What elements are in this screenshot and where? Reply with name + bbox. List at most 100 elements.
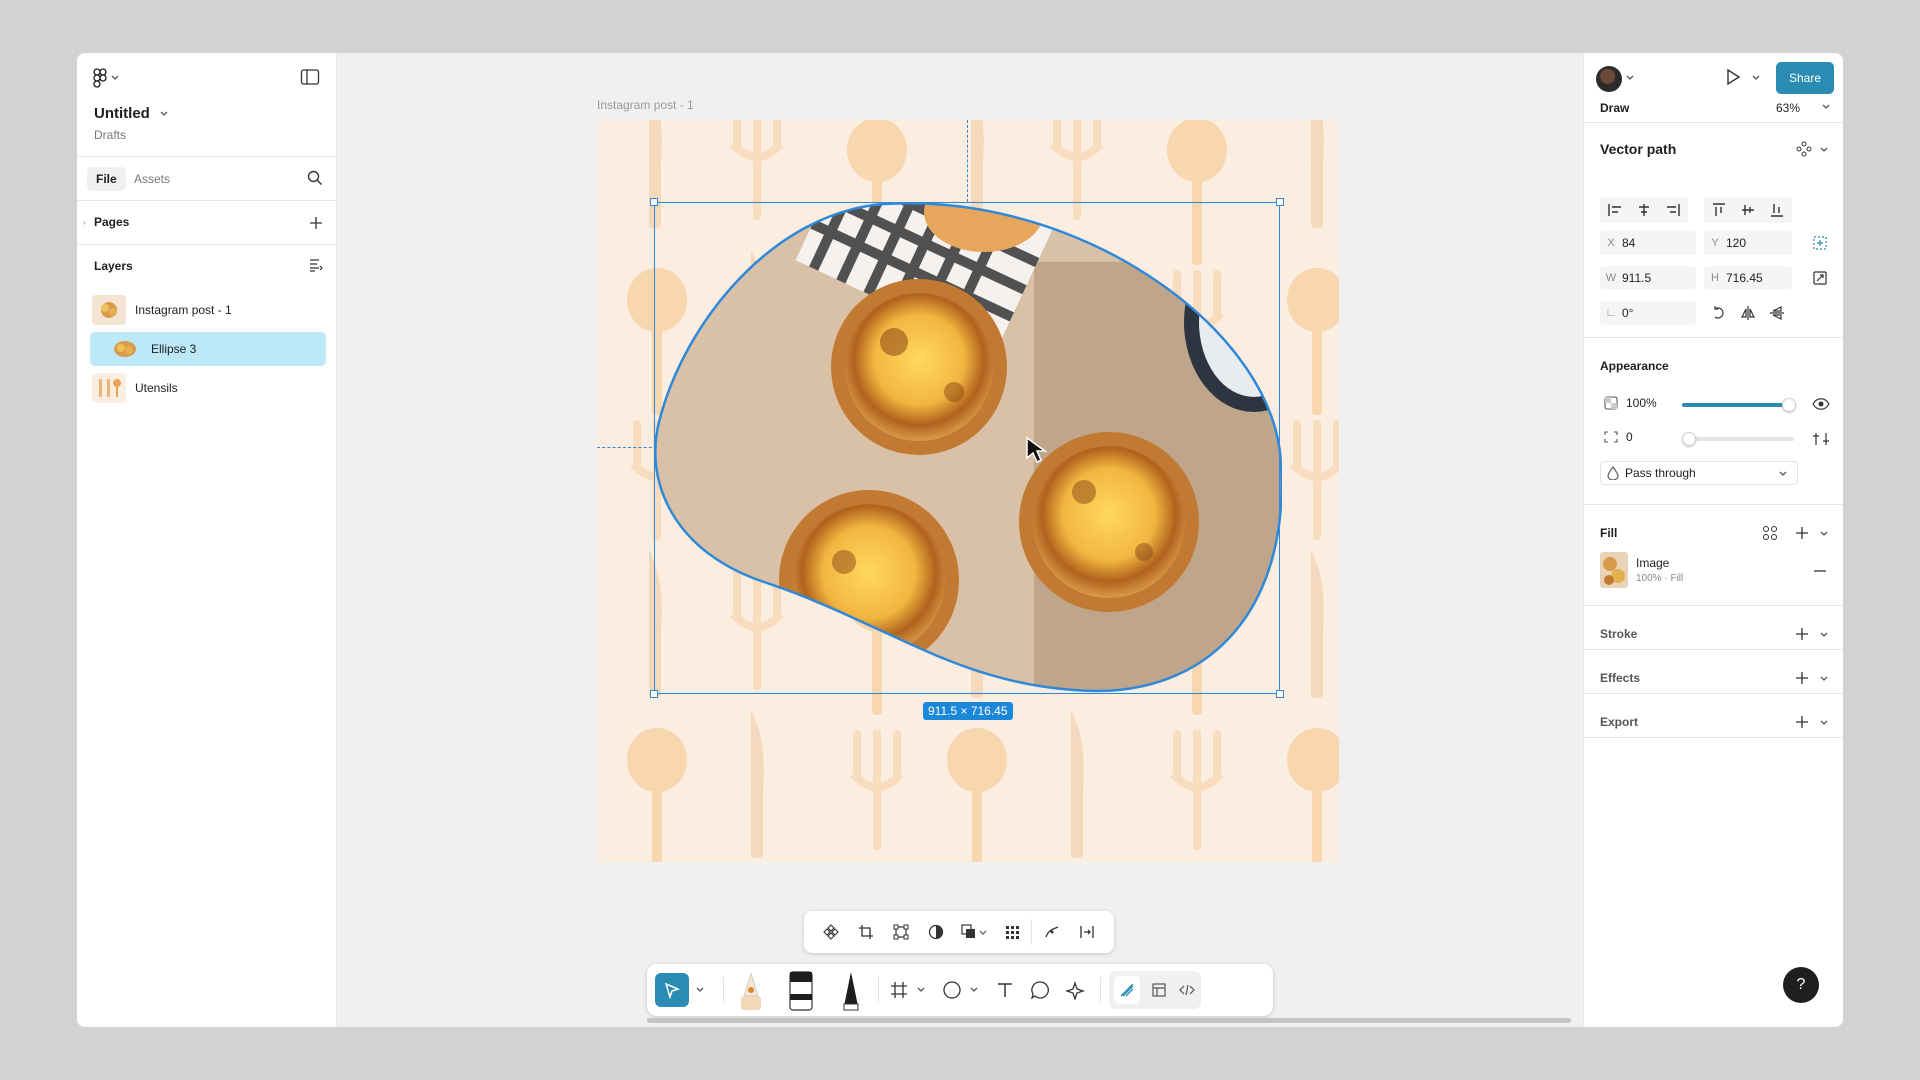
chevron-down-icon[interactable] xyxy=(1820,676,1828,682)
edit-object-icon[interactable] xyxy=(884,914,919,950)
move-tool-button[interactable] xyxy=(655,973,689,1007)
add-effect-icon[interactable] xyxy=(1794,670,1810,686)
y-position-field[interactable]: Y 120 xyxy=(1704,231,1792,255)
blend-mode-select[interactable]: Pass through xyxy=(1600,461,1798,485)
add-fill-icon[interactable] xyxy=(1794,525,1810,541)
layer-item-utensils[interactable]: Utensils xyxy=(90,371,326,405)
align-top-icon[interactable] xyxy=(1711,202,1727,218)
zoom-level[interactable]: 63% xyxy=(1776,101,1800,115)
y-label: Y xyxy=(1711,237,1719,249)
file-location[interactable]: Drafts xyxy=(94,128,126,142)
stroke-title: Stroke xyxy=(1600,627,1638,641)
right-panel: Share Draw 63% Vector path X 84 Y 120 W 911… xyxy=(1583,53,1843,1027)
align-middle-icon[interactable] xyxy=(1740,202,1756,218)
chevron-down-icon[interactable] xyxy=(916,986,926,994)
search-icon[interactable] xyxy=(306,169,324,187)
draw-mode-icon[interactable] xyxy=(1114,976,1141,1004)
layer-item-instagram-post[interactable]: Instagram post - 1 xyxy=(90,293,326,327)
chevron-down-icon[interactable] xyxy=(1820,632,1828,638)
tab-file[interactable]: File xyxy=(87,167,126,191)
chevron-down-icon[interactable] xyxy=(969,986,979,994)
frame-tool-icon[interactable] xyxy=(881,972,916,1008)
independent-corners-icon[interactable] xyxy=(1812,431,1830,447)
share-button[interactable]: Share xyxy=(1776,62,1834,94)
chevron-down-icon[interactable] xyxy=(1820,720,1828,726)
add-stroke-icon[interactable] xyxy=(1794,626,1810,642)
fill-styles-icon[interactable] xyxy=(1762,525,1778,541)
chevron-down-icon[interactable] xyxy=(1820,531,1828,537)
opacity-slider[interactable] xyxy=(1682,398,1796,412)
simplify-path-icon[interactable] xyxy=(1034,914,1069,950)
add-export-icon[interactable] xyxy=(1794,714,1810,730)
resize-to-fit-icon[interactable] xyxy=(1812,270,1828,286)
align-center-h-icon[interactable] xyxy=(1636,202,1652,218)
w-label: W xyxy=(1605,272,1617,284)
resize-handle-top-left[interactable] xyxy=(650,198,658,206)
flip-horizontal-icon[interactable] xyxy=(1740,305,1756,321)
align-bottom-icon[interactable] xyxy=(1769,202,1785,218)
design-mode-icon[interactable] xyxy=(1151,982,1167,998)
layer-name: Instagram post - 1 xyxy=(135,303,232,317)
visibility-eye-icon[interactable] xyxy=(1812,397,1830,411)
avatar[interactable] xyxy=(1596,66,1622,92)
flip-vertical-icon[interactable] xyxy=(1769,305,1785,321)
present-play-icon[interactable] xyxy=(1724,68,1742,86)
dev-mode-icon[interactable] xyxy=(1178,982,1196,998)
corner-radius-slider[interactable] xyxy=(1682,432,1794,446)
layers-list-icon[interactable] xyxy=(308,257,324,273)
help-button[interactable]: ? xyxy=(1783,967,1819,1003)
comment-tool-icon[interactable] xyxy=(1022,972,1057,1008)
right-panel-header: Share Draw 63% xyxy=(1584,53,1843,123)
layers-header: Layers xyxy=(77,245,336,285)
fill-image-swatch[interactable] xyxy=(1600,552,1628,588)
chevron-down-icon xyxy=(111,75,119,80)
ai-tools-icon[interactable] xyxy=(1057,972,1092,1008)
align-left-icon[interactable] xyxy=(1607,202,1623,218)
tab-assets[interactable]: Assets xyxy=(125,167,179,191)
opacity-slider-knob[interactable] xyxy=(1782,398,1796,412)
corner-radius-slider-knob[interactable] xyxy=(1682,432,1696,446)
main-menu-button[interactable] xyxy=(93,65,127,91)
horizontal-scrollbar[interactable] xyxy=(647,1018,1571,1023)
rotate-90-icon[interactable] xyxy=(1711,305,1727,321)
draw-mode-toggle[interactable] xyxy=(1109,971,1201,1009)
marker-tool-icon[interactable] xyxy=(776,966,826,1014)
layer-item-ellipse-3[interactable]: Ellipse 3 xyxy=(90,332,326,366)
pencil-tool-icon[interactable] xyxy=(826,966,876,1014)
chevron-down-icon[interactable] xyxy=(693,986,707,994)
sidebar-toggle-icon[interactable] xyxy=(300,68,320,86)
resize-handle-bottom-left[interactable] xyxy=(650,690,658,698)
mask-icon[interactable] xyxy=(918,914,953,950)
chevron-down-icon[interactable] xyxy=(1752,75,1760,81)
chevron-down-icon[interactable] xyxy=(1626,75,1634,81)
height-field[interactable]: H 716.45 xyxy=(1704,266,1792,290)
horizontal-align-group xyxy=(1600,197,1688,223)
corner-radius-field[interactable]: 0 xyxy=(1600,425,1676,449)
add-page-icon[interactable] xyxy=(308,215,324,231)
text-tool-icon[interactable] xyxy=(987,972,1022,1008)
width-field[interactable]: W 911.5 xyxy=(1600,266,1696,290)
frame-label[interactable]: Instagram post - 1 xyxy=(597,98,694,112)
pages-section[interactable]: › Pages xyxy=(77,201,336,245)
chevron-down-icon[interactable] xyxy=(1822,104,1830,110)
constraints-icon[interactable] xyxy=(1812,235,1828,251)
chevron-down-icon xyxy=(160,111,168,116)
vertical-align-group xyxy=(1704,197,1792,223)
component-icon[interactable] xyxy=(814,914,849,950)
x-position-field[interactable]: X 84 xyxy=(1600,231,1696,255)
pen-tool-icon[interactable] xyxy=(726,966,776,1014)
boolean-ops-icon[interactable] xyxy=(953,914,995,950)
resize-handle-top-right[interactable] xyxy=(1276,198,1284,206)
distribute-icon[interactable] xyxy=(1069,914,1104,950)
file-title[interactable]: Untitled xyxy=(94,105,168,122)
chevron-down-icon[interactable] xyxy=(1820,147,1828,153)
grid-icon[interactable] xyxy=(995,914,1030,950)
opacity-field[interactable]: 100% xyxy=(1600,391,1676,415)
rotation-field[interactable]: ∟ 0° xyxy=(1600,301,1696,325)
remove-fill-icon[interactable] xyxy=(1812,563,1828,579)
resize-handle-bottom-right[interactable] xyxy=(1276,690,1284,698)
component-settings-icon[interactable] xyxy=(1796,141,1812,157)
crop-icon[interactable] xyxy=(849,914,884,950)
ellipse-tool-icon[interactable] xyxy=(934,972,969,1008)
align-right-icon[interactable] xyxy=(1665,202,1681,218)
